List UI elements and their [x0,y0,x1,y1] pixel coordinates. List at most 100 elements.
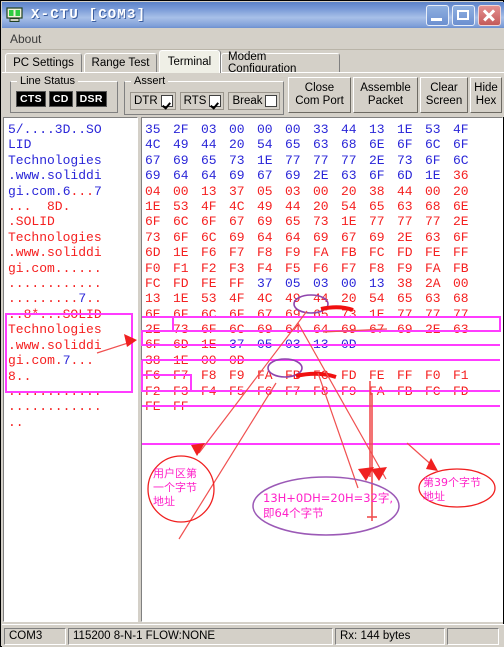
ascii-line: ..8*...SOLID [8,306,102,322]
hex-byte: 2A [425,275,441,291]
ascii-line: gi.com...... [8,260,102,276]
status-spare [447,627,499,645]
hex-byte: 49 [285,291,301,307]
hex-pane[interactable]: 35 2F 03 00 00 00 33 44 13 1E 53 4F 4C 49 44 20 54 65 63 68… [141,117,503,622]
hex-byte: F8 [369,260,385,276]
hex-byte: 65 [313,306,329,322]
hex-byte: 67 [369,322,385,338]
hex-byte: F8 [313,383,329,399]
hex-byte: 1E [369,306,385,322]
hex-byte: FD [397,245,413,261]
hex-byte: 13 [369,122,385,137]
hex-byte: 63 [341,168,357,184]
assert-break[interactable]: Break [228,92,281,110]
hex-byte: FA [425,260,441,276]
hex-row: 35 2F 03 00 00 00 33 44 13 1E 53 4F [145,122,502,137]
hex-byte: 03 [201,122,217,137]
hex-byte: 6C [453,152,469,168]
hex-byte: 6F [201,322,217,338]
close-com-port-line1: Close [304,82,335,94]
minimize-icon[interactable] [426,5,449,26]
hex-byte: F5 [285,260,301,276]
hex-byte: F6 [145,368,161,384]
window-title: X-CTU [COM3] [31,7,147,23]
hex-byte: 67 [257,168,273,184]
tab-pc-settings[interactable]: PC Settings [5,53,82,72]
tab-range-test[interactable]: Range Test [84,53,157,72]
ascii-line: ............ [8,276,102,292]
x-ctu-window: X-CTU [COM3] About PC Settings Range Tes… [0,0,504,647]
hex-row: 4C 49 44 20 54 65 63 68 6E 6F 6C 6F [145,137,502,152]
hex-byte: 2F [173,122,189,137]
close-icon[interactable] [478,5,501,26]
tab-modem-configuration[interactable]: Modem Configuration [221,51,340,75]
hex-byte: 77 [425,214,441,230]
menu-item-about[interactable]: About [10,32,41,46]
close-com-port-button[interactable]: Close Com Port [288,77,351,113]
hex-row: F2 F3 F4 F5 F6 F7 F8 F9 FA FB FC FD [145,384,502,399]
hex-byte: 1E [341,214,357,230]
assert-dtr-checkbox[interactable] [160,95,173,107]
hex-byte: 00 [229,122,245,137]
hex-byte: 1E [173,352,189,368]
hex-byte: 69 [257,214,273,230]
ascii-line: 8.. [8,368,32,384]
hex-byte: 77 [453,306,469,322]
maximize-icon[interactable] [452,5,475,26]
hex-byte: FD [341,368,357,384]
hex-byte: 6C [229,322,245,338]
hex-byte: 4C [145,137,161,153]
tab-terminal[interactable]: Terminal [159,50,220,73]
hex-byte: FD [173,275,189,291]
hex-byte: 4F [229,291,245,307]
ascii-line: .. [8,414,24,430]
hex-byte: 00 [313,183,329,199]
hex-byte: 44 [201,137,217,153]
hex-byte: FB [341,245,357,261]
title-bar: X-CTU [COM3] [2,2,504,28]
ascii-pane[interactable]: 5/....3D..SO LID Technologies .www.soliddi g… [3,117,138,622]
assemble-packet-button[interactable]: Assemble Packet [353,77,418,113]
assemble-packet-line1: Assemble [360,82,411,94]
hex-byte: 2E [145,322,161,338]
hide-hex-button[interactable]: Hide Hex [470,77,502,113]
hex-byte: F7 [173,368,189,384]
hex-byte: 04 [145,183,161,199]
assert-break-checkbox[interactable] [265,95,278,107]
hex-byte: 2E [453,214,469,230]
assert-rts-checkbox[interactable] [209,95,222,107]
hex-byte: F4 [257,260,273,276]
hex-byte: 53 [425,122,441,137]
hex-byte: 77 [285,152,301,168]
ascii-line: ............ [8,399,102,415]
terminal-panes: 5/....3D..SO LID Technologies .www.soliddi g… [3,117,503,622]
hex-byte: 0D [341,337,357,353]
line-status-group: Line Status CTS CD DSR [10,75,118,113]
hex-byte: FC [145,275,161,291]
hex-byte: 00 [173,183,189,199]
hex-byte: 38 [397,275,413,291]
hex-byte: 37 [229,183,245,199]
hex-byte: 05 [257,337,273,353]
hex-byte: 65 [369,198,385,214]
hex-byte: F3 [173,383,189,399]
hex-byte: 77 [313,152,329,168]
hex-byte: 64 [285,322,301,338]
hex-byte: 67 [229,214,245,230]
hex-byte: 77 [425,306,441,322]
hex-byte: FA [313,245,329,261]
terminal-toolbar: Line Status CTS CD DSR Assert DTR RTS Br… [2,72,504,117]
clear-screen-button[interactable]: Clear Screen [420,77,468,113]
assert-rts[interactable]: RTS [179,92,225,110]
hex-row: F6 F7 F8 F9 FA FB FC FD FE FF F0 F1 [145,368,502,383]
hex-byte: 00 [425,183,441,199]
hex-byte: 1E [425,168,441,184]
assert-dtr[interactable]: DTR [130,92,176,110]
status-settings: 115200 8-N-1 FLOW:NONE [68,627,333,645]
hex-byte: F7 [341,260,357,276]
hex-byte: 20 [341,183,357,199]
hex-byte: 6F [453,229,469,245]
hex-byte: 77 [341,152,357,168]
hex-byte: 73 [313,214,329,230]
ascii-line: .www.soliddi [8,337,102,353]
